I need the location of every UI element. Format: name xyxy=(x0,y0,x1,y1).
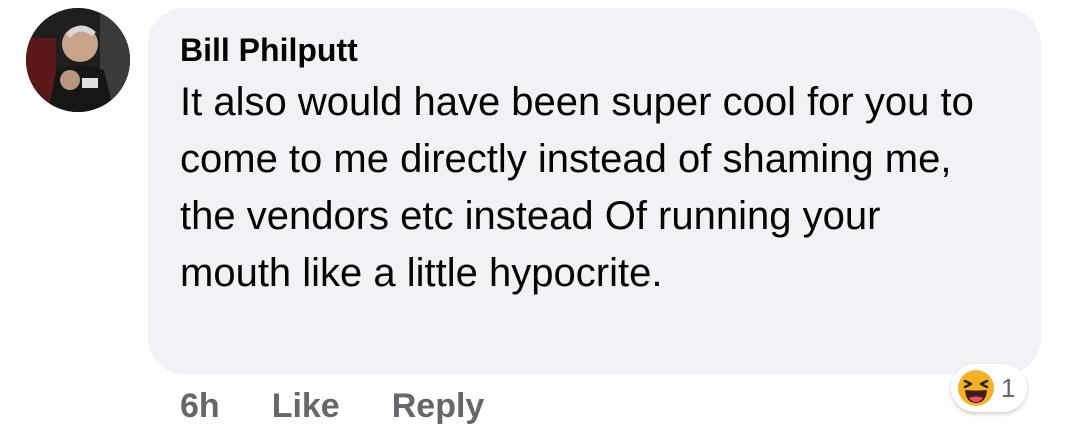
comment-text: It also would have been super cool for y… xyxy=(180,80,974,295)
comment-actions: 6h Like Reply xyxy=(180,383,484,429)
reply-button[interactable]: Reply xyxy=(392,387,485,426)
comment-timestamp[interactable]: 6h xyxy=(180,387,220,426)
reaction-summary[interactable]: 1 xyxy=(951,364,1028,412)
laughing-face-icon xyxy=(958,370,994,406)
avatar-photo xyxy=(26,8,130,112)
reaction-count: 1 xyxy=(1001,373,1016,403)
like-button[interactable]: Like xyxy=(272,387,340,426)
author-avatar[interactable] xyxy=(26,8,130,112)
comment-bubble: Bill Philputt It also would have been su… xyxy=(148,8,1041,374)
comment-author-name[interactable]: Bill Philputt xyxy=(180,30,1009,70)
